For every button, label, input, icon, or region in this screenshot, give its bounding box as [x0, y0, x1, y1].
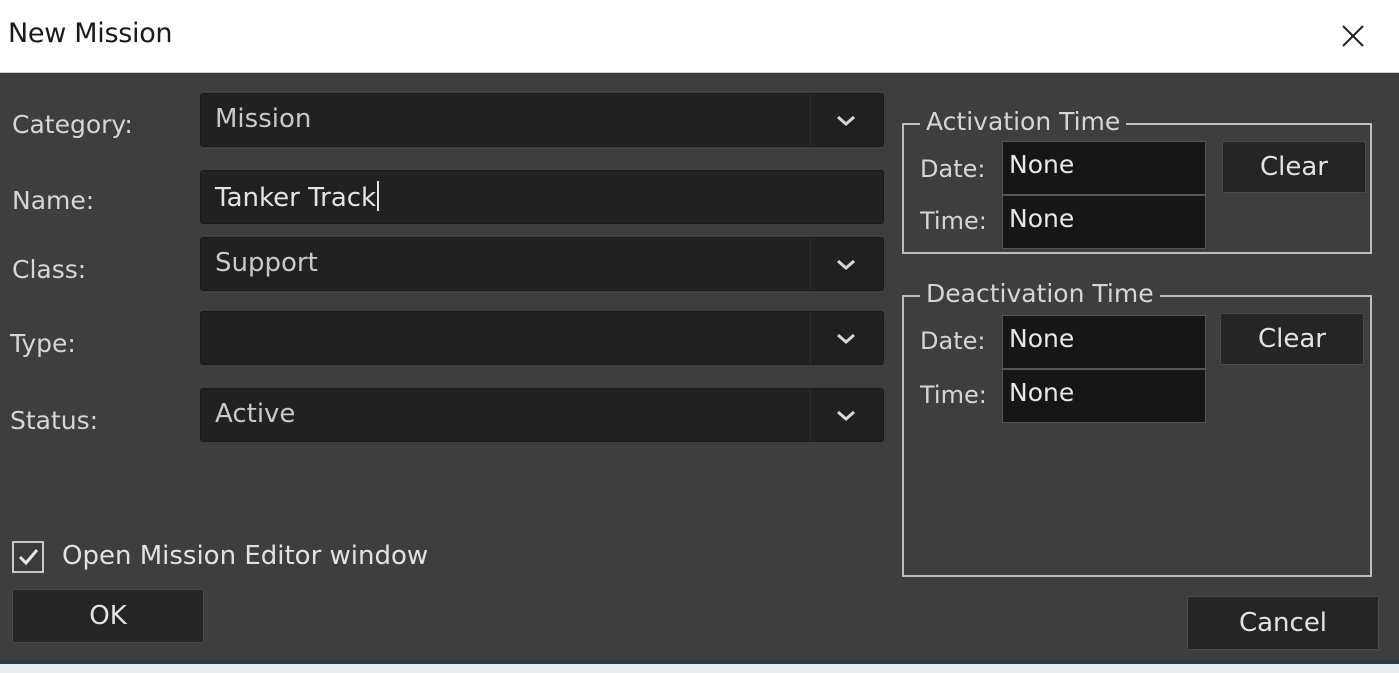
name-input[interactable]: Tanker Track [200, 170, 884, 224]
activation-clear-button[interactable]: Clear [1222, 141, 1366, 193]
cancel-button[interactable]: Cancel [1187, 596, 1379, 650]
status-dropdown[interactable]: Active [200, 388, 884, 442]
activation-time-label: Time: [920, 207, 987, 235]
title-bar: New Mission [0, 0, 1399, 73]
class-dropdown[interactable]: Support [200, 237, 884, 291]
activation-time-value: None [1009, 204, 1075, 233]
chevron-down-icon[interactable] [810, 389, 883, 441]
checkmark-icon [18, 549, 39, 566]
category-dropdown[interactable]: Mission [200, 93, 884, 147]
category-value: Mission [215, 104, 312, 134]
activation-time-group: Activation Time Date: None Time: None Cl… [902, 107, 1372, 254]
type-label: Type: [10, 329, 76, 358]
activation-date-field[interactable]: None [1002, 141, 1206, 195]
deactivation-time-field[interactable]: None [1002, 369, 1206, 423]
class-label: Class: [12, 255, 87, 284]
deactivation-time-value: None [1009, 378, 1075, 407]
name-label: Name: [12, 186, 95, 215]
chevron-down-icon[interactable] [810, 312, 883, 364]
activation-time-title: Activation Time [920, 107, 1127, 136]
deactivation-time-group: Deactivation Time Date: None Time: None … [902, 279, 1372, 577]
activation-time-field[interactable]: None [1002, 195, 1206, 249]
window-title: New Mission [8, 18, 173, 49]
chevron-down-icon[interactable] [810, 238, 883, 290]
class-value: Support [215, 248, 318, 278]
window-bottom-edge [0, 660, 1399, 673]
chevron-down-icon[interactable] [810, 94, 883, 146]
deactivation-clear-button[interactable]: Clear [1220, 313, 1364, 365]
activation-date-value: None [1009, 150, 1075, 179]
open-editor-label[interactable]: Open Mission Editor window [62, 541, 428, 571]
text-caret [377, 181, 380, 211]
status-value: Active [215, 399, 296, 429]
name-value: Tanker Track [215, 181, 380, 213]
category-label: Category: [12, 110, 133, 139]
close-icon[interactable] [1337, 20, 1369, 52]
type-dropdown[interactable] [200, 311, 884, 365]
open-editor-checkbox[interactable] [12, 541, 44, 573]
dialog-body: Category: Mission Name: Tanker Track Cla… [0, 73, 1399, 663]
deactivation-date-field[interactable]: None [1002, 315, 1206, 369]
deactivation-date-label: Date: [920, 327, 986, 355]
deactivation-time-label: Time: [920, 381, 987, 409]
status-label: Status: [10, 406, 99, 435]
deactivation-time-title: Deactivation Time [920, 279, 1160, 308]
ok-button[interactable]: OK [12, 589, 204, 643]
activation-date-label: Date: [920, 155, 986, 183]
new-mission-dialog: New Mission Category: Mission Name: Tank… [0, 0, 1399, 673]
deactivation-date-value: None [1009, 324, 1075, 353]
